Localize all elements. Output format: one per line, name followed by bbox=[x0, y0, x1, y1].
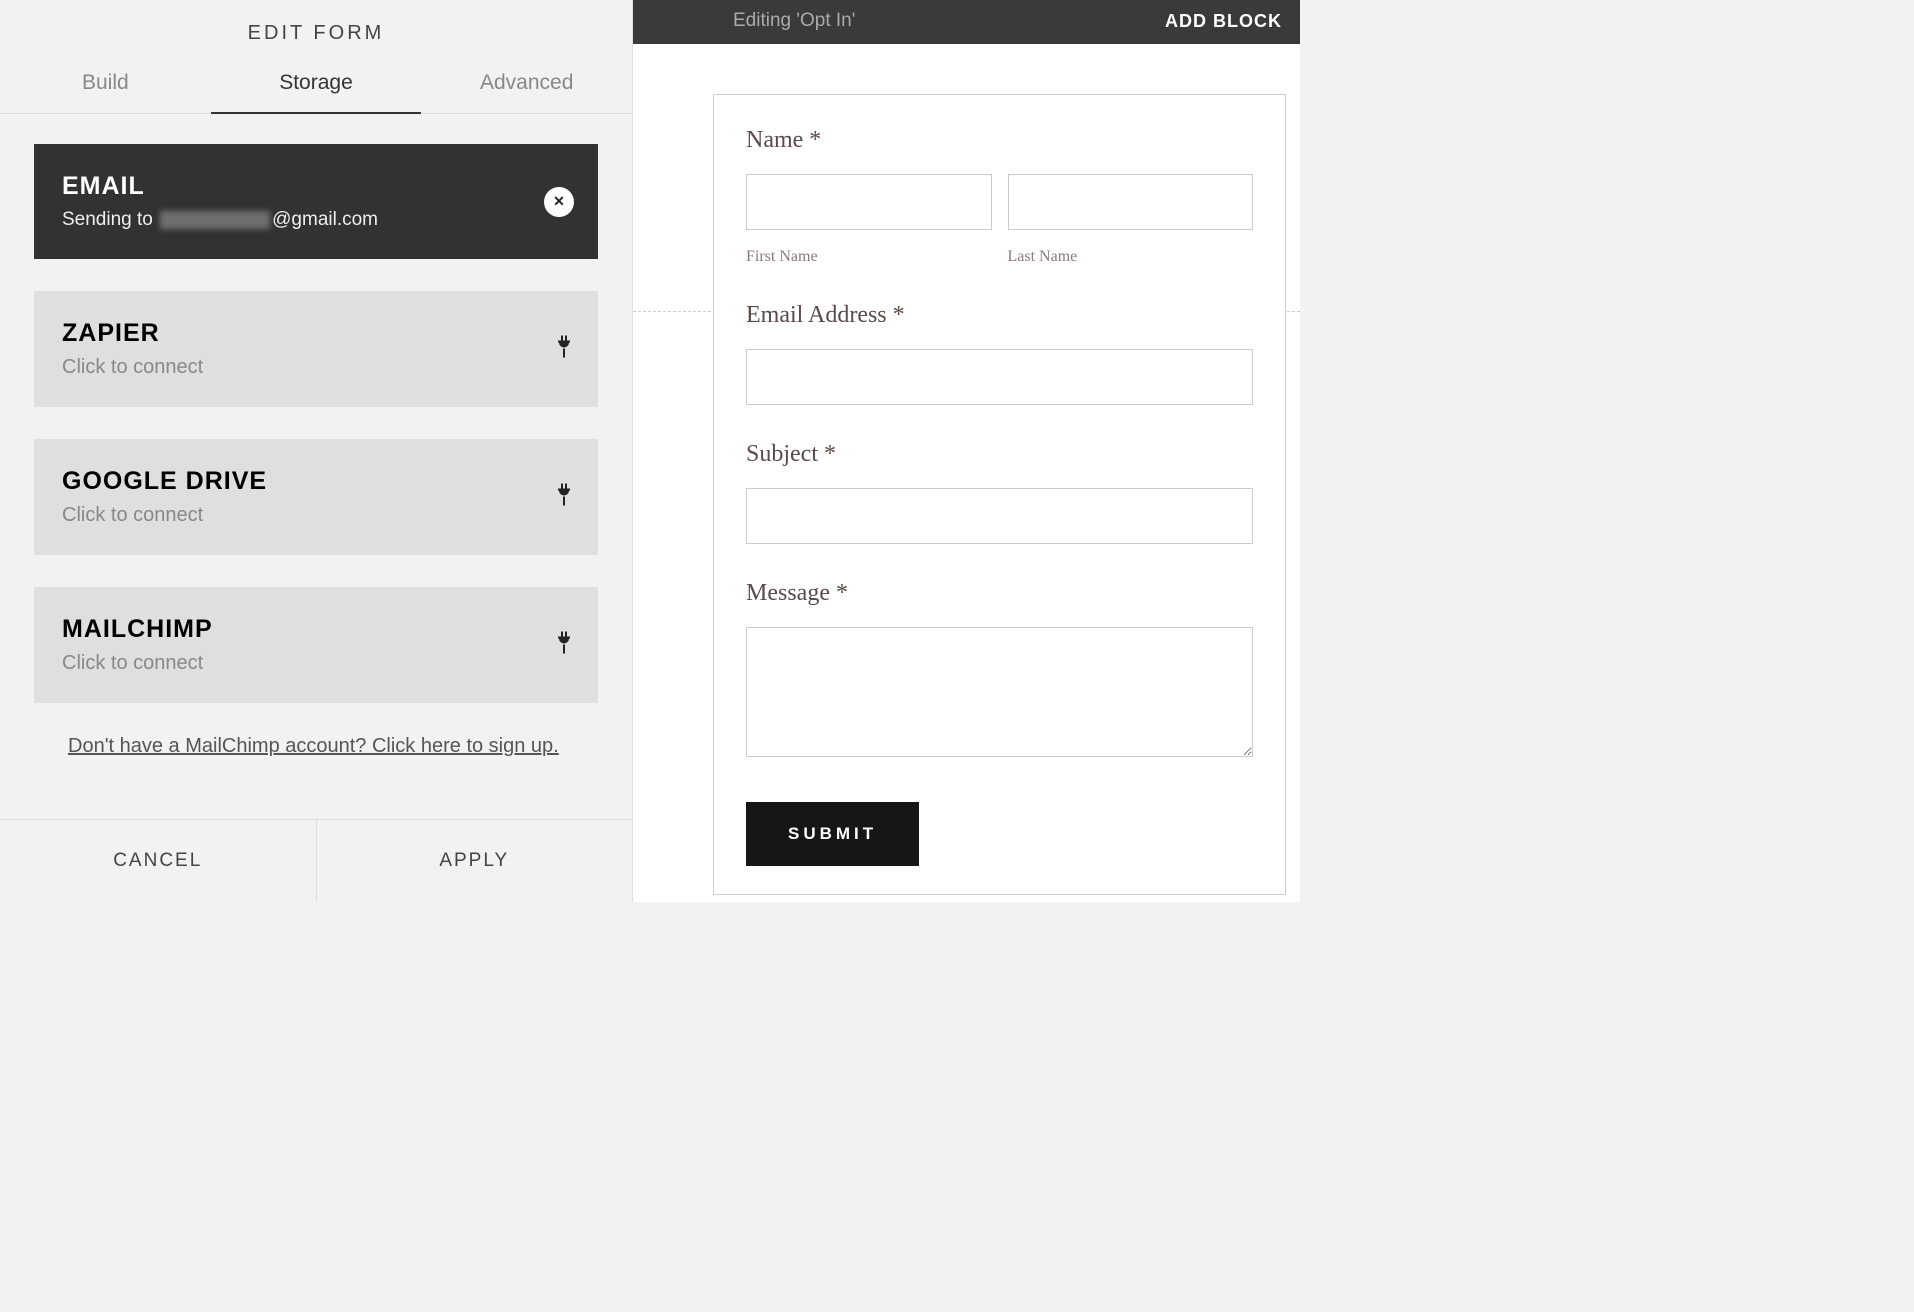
tab-build[interactable]: Build bbox=[0, 61, 211, 113]
topbar: Editing 'Opt In' ADD BLOCK bbox=[633, 0, 1300, 44]
redacted-email-user bbox=[160, 211, 270, 229]
storage-card-google-drive[interactable]: GOOGLE DRIVE Click to connect bbox=[34, 439, 598, 555]
plug-icon bbox=[556, 632, 572, 659]
mailchimp-signup-link[interactable]: Don't have a MailChimp account? Click he… bbox=[34, 735, 598, 778]
last-name-input[interactable] bbox=[1008, 174, 1254, 230]
email-label: Email Address * bbox=[746, 302, 1253, 329]
editing-label: Editing 'Opt In' bbox=[733, 10, 855, 32]
apply-button[interactable]: APPLY bbox=[317, 820, 633, 902]
panel-title: EDIT FORM bbox=[0, 0, 632, 61]
subject-input[interactable] bbox=[746, 488, 1253, 544]
tabs: Build Storage Advanced bbox=[0, 61, 632, 114]
sending-to-suffix: @gmail.com bbox=[272, 209, 378, 230]
tab-storage[interactable]: Storage bbox=[211, 61, 422, 113]
name-row: First Name Last Name bbox=[746, 174, 1253, 266]
storage-card-subtitle: Click to connect bbox=[62, 356, 570, 379]
add-block-button[interactable]: ADD BLOCK bbox=[1165, 11, 1282, 32]
storage-card-title: ZAPIER bbox=[62, 319, 570, 348]
message-label: Message * bbox=[746, 580, 1253, 607]
tab-advanced[interactable]: Advanced bbox=[421, 61, 632, 113]
first-name-sublabel: First Name bbox=[746, 248, 992, 266]
storage-card-zapier[interactable]: ZAPIER Click to connect bbox=[34, 291, 598, 407]
storage-card-title: MAILCHIMP bbox=[62, 615, 570, 644]
subject-label: Subject * bbox=[746, 441, 1253, 468]
message-input[interactable] bbox=[746, 627, 1253, 757]
close-icon[interactable]: ✕ bbox=[544, 187, 574, 217]
form-preview: Name * First Name Last Name Email Addres… bbox=[713, 94, 1286, 895]
plug-icon bbox=[556, 336, 572, 363]
name-label: Name * bbox=[746, 127, 1253, 154]
submit-button[interactable]: SUBMIT bbox=[746, 802, 919, 866]
edit-form-panel: EDIT FORM Build Storage Advanced EMAIL S… bbox=[0, 0, 633, 902]
last-name-sublabel: Last Name bbox=[1008, 248, 1254, 266]
storage-card-mailchimp[interactable]: MAILCHIMP Click to connect bbox=[34, 587, 598, 703]
storage-card-subtitle: Click to connect bbox=[62, 652, 570, 675]
storage-card-subtitle: Click to connect bbox=[62, 504, 570, 527]
panel-footer: CANCEL APPLY bbox=[0, 819, 632, 902]
plug-icon bbox=[556, 484, 572, 511]
storage-card-email[interactable]: EMAIL Sending to @gmail.com ✕ bbox=[34, 144, 598, 259]
email-input[interactable] bbox=[746, 349, 1253, 405]
storage-card-title: EMAIL bbox=[62, 172, 570, 201]
storage-list: EMAIL Sending to @gmail.com ✕ ZAPIER Cli… bbox=[0, 114, 632, 819]
storage-card-title: GOOGLE DRIVE bbox=[62, 467, 570, 496]
cancel-button[interactable]: CANCEL bbox=[0, 820, 317, 902]
first-name-input[interactable] bbox=[746, 174, 992, 230]
sending-to-prefix: Sending to bbox=[62, 209, 158, 230]
storage-card-subtitle: Sending to @gmail.com bbox=[62, 209, 570, 231]
preview-area: Name * First Name Last Name Email Addres… bbox=[633, 44, 1300, 902]
preview-panel: Editing 'Opt In' ADD BLOCK Name * First … bbox=[633, 0, 1300, 902]
